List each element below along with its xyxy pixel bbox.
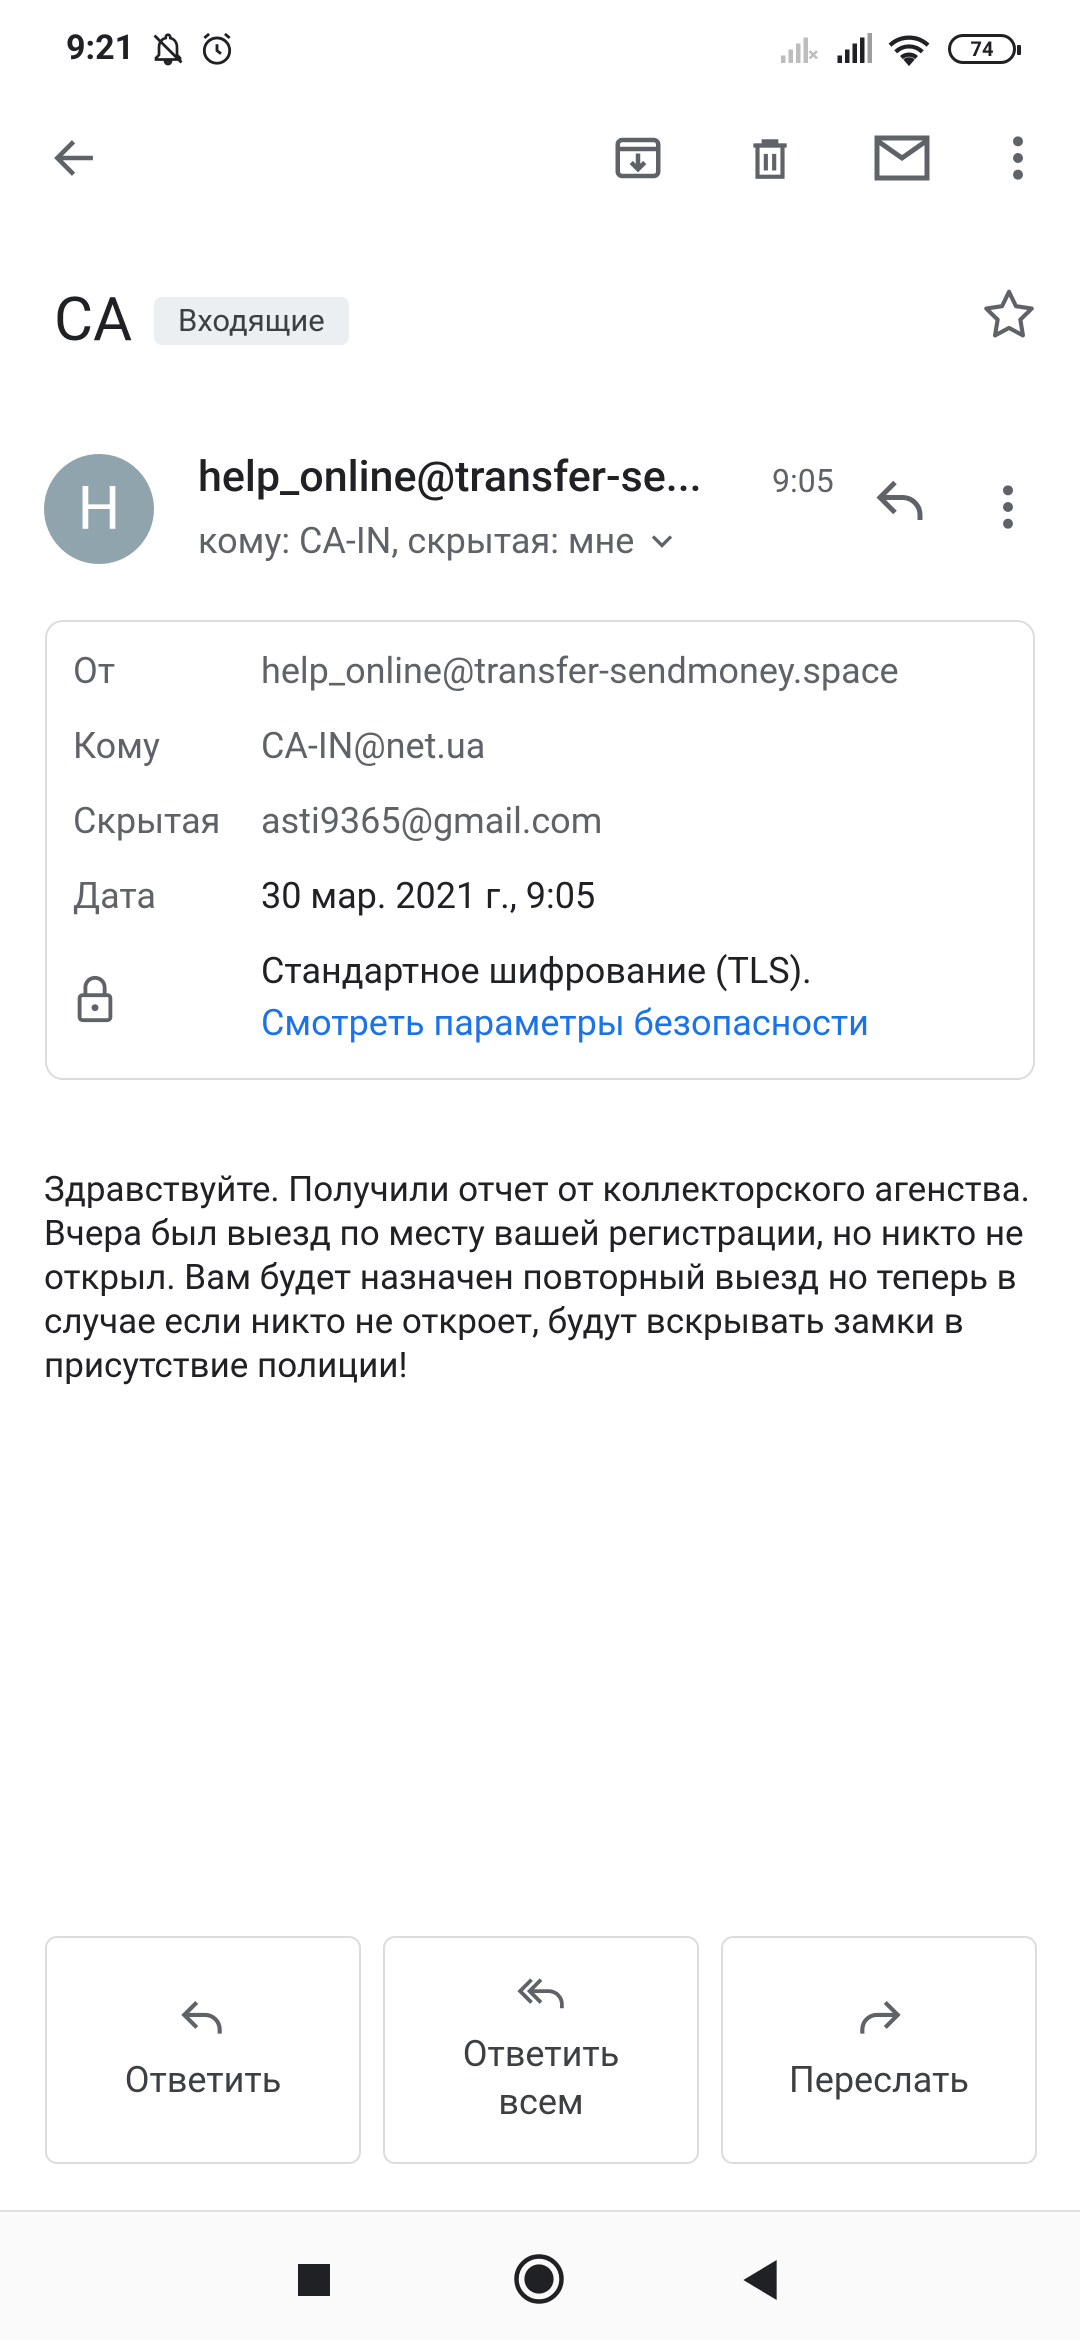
reply-button[interactable]: Ответить bbox=[45, 1936, 361, 2164]
back-arrow-icon bbox=[49, 133, 99, 187]
email-view-screen: 9:21 74 CA Входящие H help_online@transf… bbox=[0, 0, 1080, 2340]
bcc-label: Скрытая bbox=[73, 800, 221, 842]
archive-icon bbox=[611, 131, 665, 189]
recipients-summary: кому: CA-IN, скрытая: мне bbox=[198, 520, 635, 562]
back-button[interactable] bbox=[34, 120, 114, 200]
sender-address[interactable]: help_online@transfer-se... bbox=[198, 452, 758, 502]
toolbar bbox=[0, 110, 1080, 210]
lock-icon bbox=[75, 974, 115, 1024]
forward-icon bbox=[854, 1996, 904, 2056]
bcc-value: asti9365@gmail.com bbox=[261, 800, 603, 842]
alarm-icon bbox=[198, 30, 236, 72]
email-subject: CA bbox=[54, 284, 133, 355]
more-vert-icon bbox=[1010, 133, 1026, 187]
sender-avatar[interactable]: H bbox=[44, 454, 154, 564]
delete-button[interactable] bbox=[730, 120, 810, 200]
signal-weak-icon bbox=[778, 30, 820, 70]
star-icon bbox=[978, 289, 1040, 350]
forward-button[interactable]: Переслать bbox=[721, 1936, 1037, 2164]
from-label: От bbox=[73, 650, 116, 692]
back-nav-button[interactable] bbox=[742, 2260, 778, 2304]
reply-all-button[interactable]: Ответить всем bbox=[383, 1936, 699, 2164]
reply-icon bbox=[870, 480, 930, 534]
encryption-info: Стандартное шифрование (TLS). bbox=[261, 950, 812, 992]
to-label: Кому bbox=[73, 725, 160, 767]
chevron-down-icon bbox=[644, 523, 680, 559]
archive-button[interactable] bbox=[598, 120, 678, 200]
reply-all-label-line1: Ответить bbox=[462, 2033, 620, 2075]
bell-off-icon bbox=[150, 30, 186, 72]
trash-icon bbox=[745, 131, 795, 189]
message-body: Здравствуйте. Получили отчет от коллекто… bbox=[44, 1169, 1030, 1386]
to-value: CA-IN@net.ua bbox=[261, 725, 486, 767]
star-button[interactable] bbox=[978, 284, 1050, 356]
reply-label: Ответить bbox=[124, 2059, 282, 2101]
from-value: help_online@transfer-sendmoney.space bbox=[261, 650, 899, 692]
status-time: 9:21 bbox=[66, 28, 135, 68]
mark-unread-icon bbox=[872, 133, 932, 187]
message-details-card: От help_online@transfer-sendmoney.space … bbox=[45, 620, 1035, 1080]
forward-label: Переслать bbox=[789, 2059, 969, 2101]
signal-icon bbox=[834, 30, 874, 70]
system-nav-bar bbox=[0, 2210, 1080, 2340]
wifi-icon bbox=[886, 30, 932, 72]
date-label: Дата bbox=[73, 875, 156, 917]
more-vert-icon bbox=[1000, 485, 1016, 536]
home-button[interactable] bbox=[512, 2252, 566, 2310]
sent-time: 9:05 bbox=[772, 462, 834, 500]
status-bar: 9:21 74 bbox=[0, 0, 1080, 100]
recents-button[interactable] bbox=[298, 2264, 330, 2300]
inbox-label-chip[interactable]: Входящие bbox=[154, 297, 349, 345]
more-options-button[interactable] bbox=[978, 120, 1058, 200]
security-details-link[interactable]: Смотреть параметры безопасности bbox=[261, 1002, 869, 1044]
reply-all-icon bbox=[513, 1974, 569, 2030]
mark-unread-button[interactable] bbox=[862, 120, 942, 200]
reply-icon bbox=[178, 1996, 228, 2056]
message-more-button[interactable] bbox=[1000, 478, 1040, 538]
recipients-toggle[interactable]: кому: CA-IN, скрытая: мне bbox=[198, 520, 680, 562]
quick-reply-button[interactable] bbox=[870, 470, 940, 540]
date-value: 30 мар. 2021 г., 9:05 bbox=[261, 875, 596, 917]
battery-indicator: 74 bbox=[948, 34, 1021, 64]
reply-all-label-line2: всем bbox=[498, 2081, 584, 2123]
